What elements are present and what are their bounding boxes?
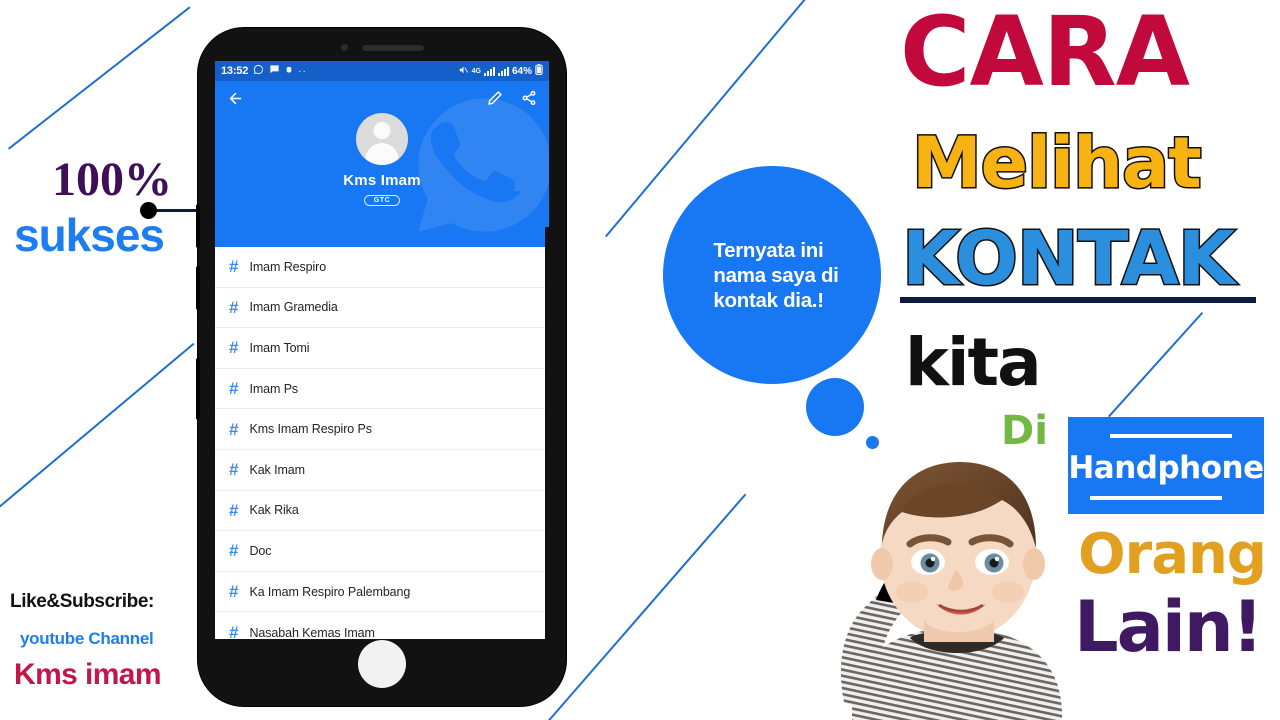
contact-alias-label: Nasabah Kemas Imam [249,625,375,639]
earpiece-speaker [361,44,424,51]
list-item[interactable]: # Kms Imam Respiro Ps [215,409,549,450]
headline-kita: kita [905,324,1042,401]
hash-icon: # [229,541,239,561]
hash-icon: # [229,500,239,520]
hash-icon: # [229,338,239,358]
app-icon [285,65,293,77]
mute-icon [458,65,469,78]
list-item[interactable]: # Kak Imam [215,450,549,491]
decorative-diagonal-line-mid-left [0,342,195,512]
handphone-label: Handphone [1068,450,1264,486]
headline-cara: CARA [900,0,1190,108]
android-status-bar: 13:52 ·· 4G 64% [215,61,549,81]
list-item[interactable]: # Imam Tomi [215,328,549,369]
channel-name-label: Kms imam [14,658,162,691]
speech-line-1: Ternyata ini [713,238,824,262]
callout-leader-dot [140,202,157,219]
share-icon[interactable] [521,90,537,106]
status-right-cluster: 4G 64% [458,64,543,78]
list-item[interactable]: # Imam Ps [215,369,549,410]
hash-icon: # [229,379,239,399]
contact-alias-label: Imam Respiro [249,259,327,274]
message-icon [269,64,280,78]
like-subscribe-label: Like&Subscribe: [10,591,154,612]
youtube-channel-label: youtube Channel [20,629,154,648]
headline-kontak-underline [900,297,1256,303]
hash-icon: # [229,257,239,277]
speech-bubble-tail-dot-large [806,378,864,436]
list-item[interactable]: # Nasabah Kemas Imam [215,612,549,639]
hash-icon: # [229,582,239,602]
list-item[interactable]: # Doc [215,531,549,572]
hash-icon: # [229,460,239,480]
volume-up-button[interactable] [196,204,200,248]
contact-alias-label: Imam Gramedia [249,300,338,315]
success-percent-label: 100% [52,153,172,206]
headline-melihat: Melihat [911,122,1204,204]
list-item[interactable]: # Ka Imam Respiro Palembang [215,572,549,613]
hash-icon: # [229,623,239,639]
contact-badge: GTC [363,195,401,206]
battery-icon [535,64,543,78]
thumbnail-canvas: 100% sukses Like&Subscribe: youtube Chan… [0,0,1280,720]
power-button[interactable] [196,358,200,420]
contact-alias-label: Kms Imam Respiro Ps [249,422,372,437]
speech-line-2: nama saya di [713,263,839,287]
status-time: 13:52 [221,65,249,77]
speech-bubble-text: Ternyata ini nama saya di kontak dia.! [705,238,838,313]
contact-alias-label: Imam Tomi [249,340,310,355]
decorative-diagonal-line-top-left [8,6,191,150]
contact-profile-header: Kms Imam GTC [215,81,549,247]
handphone-top-rule [1110,434,1232,438]
battery-percent-label: 64% [511,65,532,77]
decorative-diagonal-line-right [1108,311,1204,418]
headline-lain: Lain! [1074,586,1264,668]
contact-name-label: Kms Imam [343,172,421,189]
back-arrow-icon[interactable] [227,90,244,107]
phone-mockup: 13:52 ·· 4G 64% Kms Imam GTC # Imam Resp… [196,28,566,706]
decorative-diagonal-line-bottom-center [548,493,747,720]
signal-bars-icon-2 [497,66,509,76]
contact-alias-label: Imam Ps [249,381,299,396]
appbar-actions [215,81,549,115]
hash-icon: # [229,297,239,317]
headline-kontak: KONTAK [900,216,1236,302]
handphone-bottom-rule [1090,496,1222,500]
handphone-badge: Handphone [1068,417,1264,514]
phone-screen: 13:52 ·· 4G 64% Kms Imam GTC # Imam Resp… [215,61,549,639]
list-item[interactable]: # Imam Gramedia [215,288,549,329]
contact-names-list[interactable]: # Imam Respiro # Imam Gramedia # Imam To… [215,247,549,639]
volume-down-button[interactable] [196,266,200,310]
front-camera-icon [340,44,348,51]
whatsapp-icon [253,64,264,78]
phone-notch [311,40,453,55]
contact-alias-label: Kak Rika [249,503,299,518]
contact-alias-label: Doc [249,543,272,558]
speech-bubble-tail-dot-small [866,436,879,449]
headline-orang: Orang [1078,522,1267,587]
contact-alias-label: Kak Imam [249,462,305,477]
more-dots-icon: ·· [298,65,307,77]
contact-profile-block: Kms Imam GTC [215,113,549,207]
default-person-avatar-icon[interactable] [356,113,408,165]
baby-scratching-head-photo [806,452,1106,720]
list-item[interactable]: # Imam Respiro [215,247,549,288]
speech-line-3: kontak dia.! [713,288,824,312]
headline-di: Di [1001,408,1048,454]
hash-icon: # [229,419,239,439]
speech-bubble: Ternyata ini nama saya di kontak dia.! [663,166,881,384]
contact-alias-label: Ka Imam Respiro Palembang [249,584,411,599]
home-button[interactable] [358,640,406,688]
list-scrollbar[interactable] [545,227,549,639]
pencil-edit-icon[interactable] [487,90,503,106]
list-item[interactable]: # Kak Rika [215,491,549,532]
signal-bars-icon-1 [483,66,495,76]
4g-icon: 4G [471,67,481,75]
